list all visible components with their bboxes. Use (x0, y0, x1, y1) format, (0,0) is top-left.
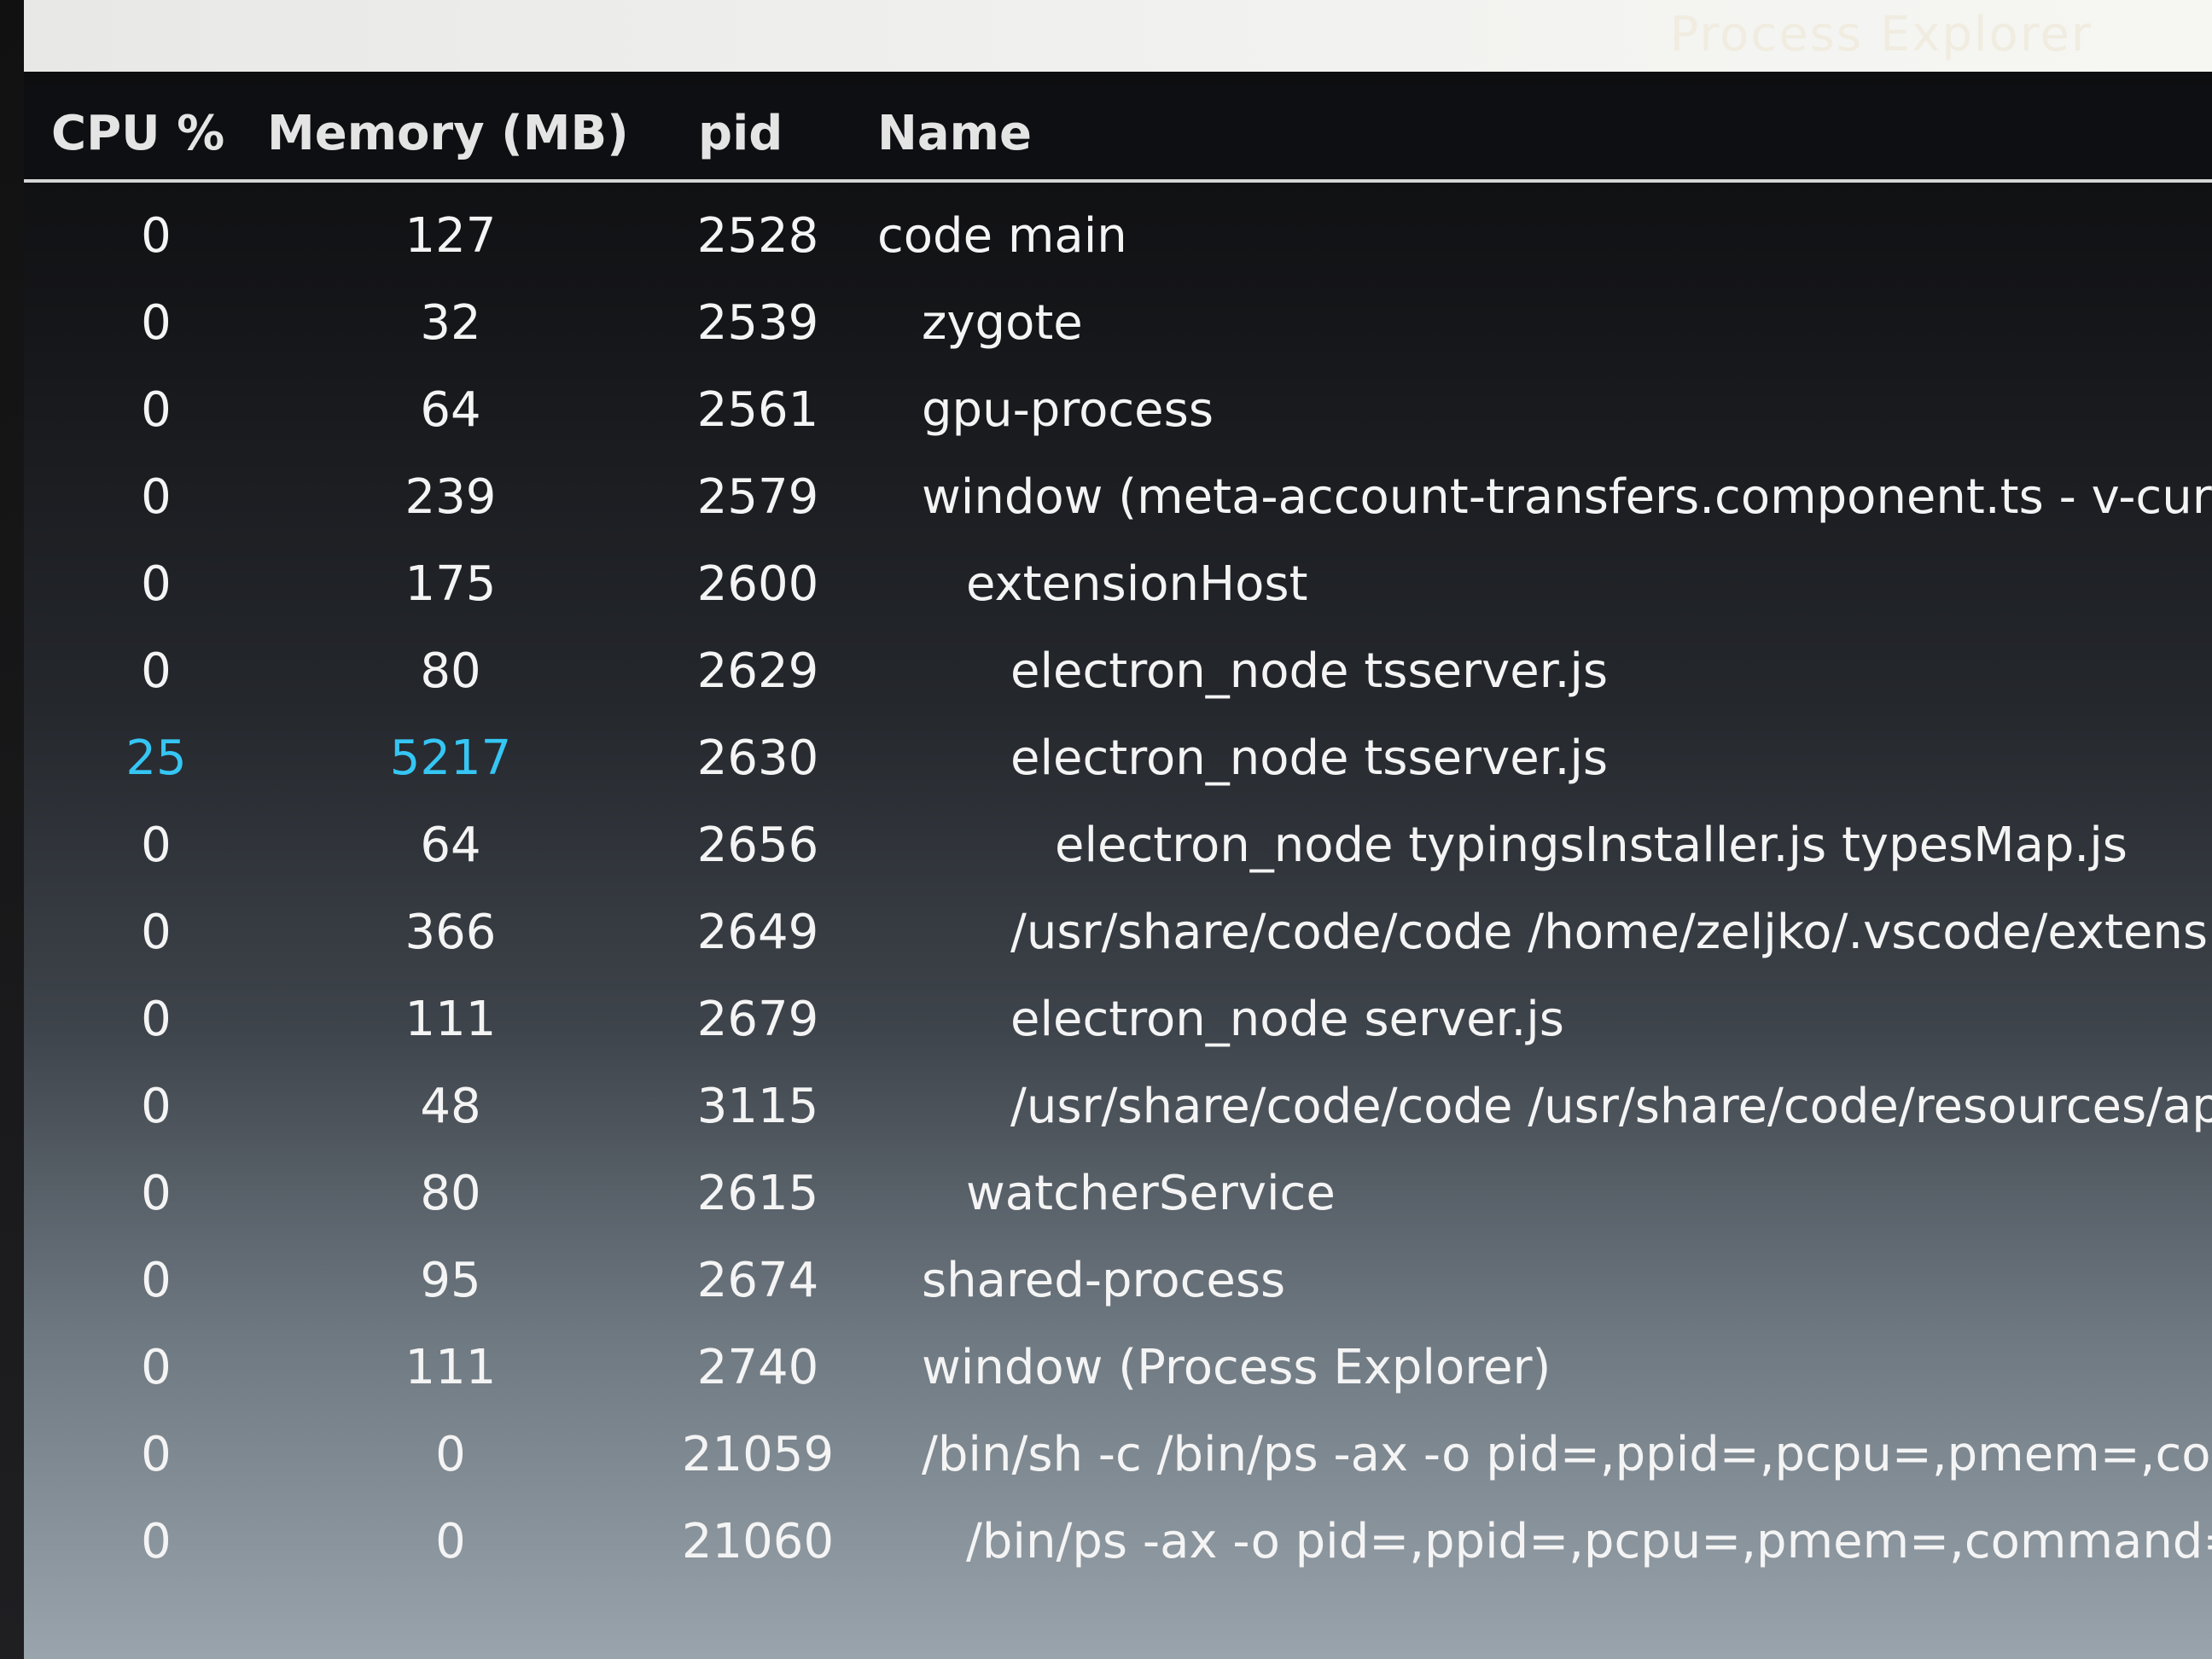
pid-cell: 2630 (696, 731, 819, 786)
column-header-memory[interactable]: Memory (MB) (267, 106, 629, 161)
memory-cell: 239 (405, 469, 497, 525)
table-row[interactable]: 0 80 2615 watcherService (24, 1154, 2212, 1241)
memory-cell: 127 (405, 208, 497, 264)
memory-cell: 5217 (389, 731, 512, 786)
table-header: CPU % Memory (MB) pid Name (24, 85, 2212, 183)
column-header-name[interactable]: Name (877, 106, 1032, 161)
table-row[interactable]: 0 366 2649/usr/share/code/code /home/zeljk… (24, 893, 2212, 980)
cpu-cell: 0 (141, 556, 172, 612)
memory-cell: 64 (420, 818, 481, 873)
memory-cell: 111 (405, 992, 497, 1047)
cpu-cell: 0 (141, 1427, 172, 1482)
pid-cell: 3115 (696, 1079, 819, 1134)
memory-cell: 80 (420, 1166, 481, 1221)
memory-cell: 32 (420, 295, 481, 351)
cpu-cell: 0 (141, 469, 172, 525)
column-header-cpu[interactable]: CPU % (51, 106, 224, 161)
pid-cell: 2649 (696, 905, 819, 960)
cpu-cell: 0 (141, 1253, 172, 1308)
pid-cell: 2629 (696, 643, 819, 699)
process-name-cell: gpu-process (922, 382, 1214, 438)
memory-cell: 48 (420, 1079, 481, 1134)
cpu-cell: 0 (141, 1514, 172, 1569)
cpu-cell: 25 (125, 731, 187, 786)
process-name-cell: code main (877, 208, 1127, 264)
table-row[interactable]: 0 239 2579 window (meta-account-transfers.c… (24, 457, 2212, 544)
cpu-cell: 0 (141, 643, 172, 699)
cpu-cell: 0 (141, 382, 172, 438)
process-name-cell: window (meta-account-transfers.component… (922, 469, 2212, 525)
memory-cell: 80 (420, 643, 481, 699)
process-name-cell: /usr/share/code/code /home/zeljko/.vscod… (1010, 905, 2212, 960)
memory-cell: 95 (420, 1253, 481, 1308)
process-name-cell: electron_node tsserver.js (1010, 643, 1609, 699)
cpu-cell: 0 (141, 905, 172, 960)
table-row[interactable]: 0 0 21059/bin/sh -c /bin/ps -ax -o pid=,pp… (24, 1415, 2212, 1502)
process-table: 0 127 2528 code main 0 32 2539 zygote 0 64 2561 gpu… (24, 196, 2212, 1589)
pid-cell: 2579 (696, 469, 819, 525)
pid-cell: 21060 (681, 1514, 835, 1569)
cpu-cell: 0 (141, 1079, 172, 1134)
table-row[interactable]: 0 127 2528 code main (24, 196, 2212, 283)
cpu-cell: 0 (141, 208, 172, 264)
title-bar: Process Explorer (24, 0, 2212, 72)
table-row[interactable]: 0 64 2561 gpu-process (24, 370, 2212, 457)
cpu-cell: 0 (141, 1340, 172, 1395)
process-name-cell: zygote (922, 295, 1083, 351)
process-name-cell: /bin/sh -c /bin/ps -ax -o pid=,ppid=,pcp… (922, 1427, 2212, 1482)
cpu-cell: 0 (141, 992, 172, 1047)
process-name-cell: electron_node typingsInstaller.js typesM… (1055, 818, 2128, 873)
table-row[interactable]: 25 5217 2630 electron_node tsserver.js (24, 719, 2212, 806)
pid-cell: 2600 (696, 556, 819, 612)
process-name-cell: shared-process (922, 1253, 1286, 1308)
memory-cell: 111 (405, 1340, 497, 1395)
cpu-cell: 0 (141, 1166, 172, 1221)
process-explorer-window: Process Explorer CPU % Memory (MB) pid N… (24, 0, 2212, 1659)
table-row[interactable]: 0 111 2679 electron_node server.js (24, 980, 2212, 1067)
memory-cell: 0 (435, 1514, 466, 1569)
table-row[interactable]: 0 111 2740 window (Process Explorer) (24, 1328, 2212, 1415)
pid-cell: 2740 (696, 1340, 819, 1395)
table-row[interactable]: 0 32 2539 zygote (24, 283, 2212, 370)
table-row[interactable]: 0 95 2674 shared-process (24, 1241, 2212, 1328)
process-name-cell: /usr/share/code/code /usr/share/code/res… (1010, 1079, 2212, 1134)
process-name-cell: electron_node tsserver.js (1010, 731, 1609, 786)
process-name-cell: extensionHost (966, 556, 1308, 612)
table-row[interactable]: 0 80 2629 electron_node tsserver.js (24, 632, 2212, 719)
process-name-cell: electron_node server.js (1010, 992, 1564, 1047)
cpu-cell: 0 (141, 818, 172, 873)
memory-cell: 175 (405, 556, 497, 612)
pid-cell: 2539 (696, 295, 819, 351)
memory-cell: 0 (435, 1427, 466, 1482)
cpu-cell: 0 (141, 295, 172, 351)
column-header-pid[interactable]: pid (698, 106, 783, 161)
monitor-bezel (0, 0, 24, 1659)
pid-cell: 2679 (696, 992, 819, 1047)
pid-cell: 2561 (696, 382, 819, 438)
table-row[interactable]: 0 48 3115/usr/share/code/code /usr/share/c… (24, 1067, 2212, 1154)
process-name-cell: /bin/ps -ax -o pid=,ppid=,pcpu=,pmem=,co… (966, 1514, 2212, 1569)
window-title: Process Explorer (1669, 7, 2093, 62)
pid-cell: 2656 (696, 818, 819, 873)
memory-cell: 366 (405, 905, 497, 960)
table-row[interactable]: 0 64 2656 electron_node typingsInstaller.js… (24, 806, 2212, 893)
memory-cell: 64 (420, 382, 481, 438)
pid-cell: 2528 (696, 208, 819, 264)
pid-cell: 21059 (681, 1427, 835, 1482)
table-row[interactable]: 0 175 2600 extensionHost (24, 544, 2212, 632)
pid-cell: 2674 (696, 1253, 819, 1308)
process-name-cell: window (Process Explorer) (922, 1340, 1551, 1395)
process-name-cell: watcherService (966, 1166, 1336, 1221)
pid-cell: 2615 (696, 1166, 819, 1221)
table-row[interactable]: 0 0 21060/bin/ps -ax -o pid=,ppid=,pcpu=,p… (24, 1502, 2212, 1589)
